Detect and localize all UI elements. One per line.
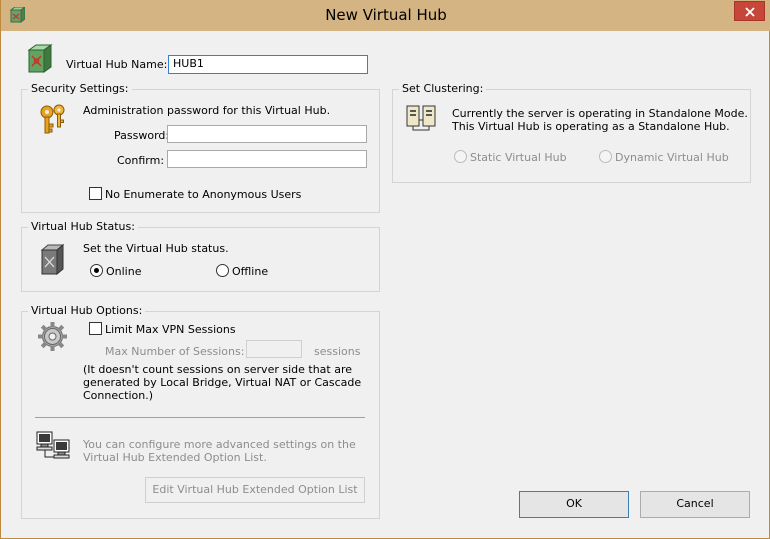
limit-max-sessions-label: Limit Max VPN Sessions xyxy=(105,323,236,336)
sessions-note-line3: Connection.) xyxy=(83,389,154,402)
sessions-note: (It doesn't count sessions on server sid… xyxy=(83,363,361,402)
max-sessions-label: Max Number of Sessions: xyxy=(105,345,245,358)
gear-icon xyxy=(36,320,69,353)
cluster-servers-icon xyxy=(405,104,439,132)
password-label: Password: xyxy=(114,129,170,142)
close-icon xyxy=(745,7,755,17)
window-title: New Virtual Hub xyxy=(325,6,447,24)
hub-options-title: Virtual Hub Options: xyxy=(28,304,146,317)
online-radio[interactable] xyxy=(90,264,103,277)
clustering-line2: This Virtual Hub is operating as a Stand… xyxy=(452,120,730,133)
clustering-group: Set Clustering: Currently the server is … xyxy=(392,82,751,183)
limit-max-sessions-checkbox[interactable] xyxy=(89,322,102,335)
offline-radio[interactable] xyxy=(216,264,229,277)
hub-status-group: Virtual Hub Status: Set the Virtual Hub … xyxy=(21,220,380,292)
hub-name-label: Virtual Hub Name: xyxy=(66,58,168,71)
dynamic-hub-label: Dynamic Virtual Hub xyxy=(615,151,729,164)
security-settings-title: Security Settings: xyxy=(28,82,132,95)
clustering-description: Currently the server is operating in Sta… xyxy=(452,107,748,133)
offline-label: Offline xyxy=(232,265,269,278)
title-bar[interactable]: New Virtual Hub xyxy=(1,0,770,31)
static-hub-radio[interactable] xyxy=(454,150,467,163)
computers-icon xyxy=(35,430,71,464)
clustering-line1: Currently the server is operating in Sta… xyxy=(452,107,748,120)
new-virtual-hub-dialog: New Virtual Hub Virtual Hub Name: HUB1 S… xyxy=(0,0,770,539)
virtual-hub-icon xyxy=(24,43,54,73)
dynamic-hub-radio[interactable] xyxy=(599,150,612,163)
cancel-button[interactable]: Cancel xyxy=(640,491,750,518)
sessions-unit-label: sessions xyxy=(314,345,361,358)
password-input[interactable] xyxy=(167,125,367,143)
edit-extended-options-button[interactable]: Edit Virtual Hub Extended Option List xyxy=(145,477,365,503)
online-label: Online xyxy=(106,265,142,278)
static-hub-label: Static Virtual Hub xyxy=(470,151,567,164)
hub-status-description: Set the Virtual Hub status. xyxy=(83,242,229,255)
keys-icon xyxy=(36,104,70,138)
hub-status-title: Virtual Hub Status: xyxy=(28,220,138,233)
dialog-client-area: Virtual Hub Name: HUB1 Security Settings… xyxy=(8,31,763,531)
advanced-settings-text: You can configure more advanced settings… xyxy=(83,438,356,464)
hub-name-input[interactable]: HUB1 xyxy=(168,55,368,74)
no-enumerate-label: No Enumerate to Anonymous Users xyxy=(105,188,302,201)
max-sessions-input[interactable] xyxy=(246,340,302,358)
ok-button[interactable]: OK xyxy=(519,491,629,518)
confirm-label: Confirm: xyxy=(117,154,165,167)
sessions-note-line2: generated by Local Bridge, Virtual NAT o… xyxy=(83,376,362,389)
hub-status-icon xyxy=(39,243,65,276)
sessions-note-line1: (It doesn't count sessions on server sid… xyxy=(83,363,353,376)
clustering-title: Set Clustering: xyxy=(399,82,487,95)
no-enumerate-checkbox[interactable] xyxy=(89,187,102,200)
advanced-settings-line1: You can configure more advanced settings… xyxy=(83,438,356,451)
advanced-settings-line2: Virtual Hub Extended Option List. xyxy=(83,451,267,464)
options-separator xyxy=(35,417,365,418)
close-button[interactable] xyxy=(734,1,765,21)
security-settings-group: Security Settings: Administration passwo… xyxy=(21,82,380,213)
confirm-input[interactable] xyxy=(167,150,367,168)
hub-options-group: Virtual Hub Options: Limit Max VPN Sessi… xyxy=(21,304,380,519)
security-description: Administration password for this Virtual… xyxy=(83,104,331,117)
